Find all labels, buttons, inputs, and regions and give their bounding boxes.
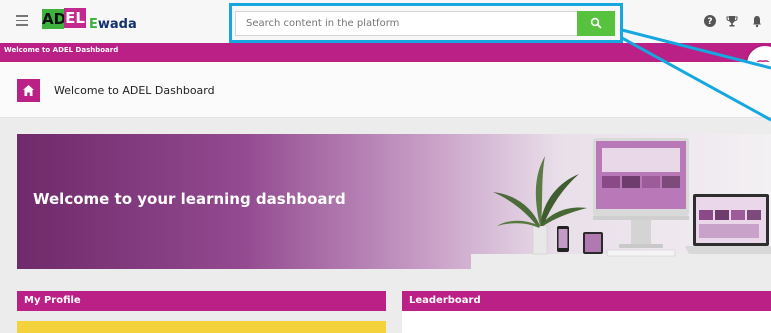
my-profile-title: My Profile bbox=[24, 295, 81, 306]
menu-icon[interactable] bbox=[16, 15, 28, 27]
logo-ad: AD bbox=[42, 9, 67, 29]
leaderboard-title: Leaderboard bbox=[409, 295, 481, 306]
help-icon[interactable]: ? bbox=[703, 14, 717, 28]
wada-logo: Ewada bbox=[89, 17, 137, 32]
welcome-strip: Welcome to ADEL Dashboard bbox=[0, 43, 771, 62]
wada-logo-prefix: E bbox=[89, 17, 98, 32]
page-title: Welcome to ADEL Dashboard bbox=[54, 84, 215, 97]
dashboard-page: AD EL Ewada ? Welcome bbox=[0, 0, 771, 333]
banner-title: Welcome to your learning dashboard bbox=[33, 190, 346, 208]
logo-el: EL bbox=[64, 8, 86, 28]
leaderboard-header: Leaderboard bbox=[402, 291, 771, 311]
my-profile-body bbox=[17, 321, 386, 333]
leaderboard-body bbox=[402, 311, 771, 333]
welcome-banner: Welcome to your learning dashboard bbox=[17, 134, 771, 269]
welcome-strip-label: Welcome to ADEL Dashboard bbox=[4, 46, 119, 54]
trophy-icon[interactable] bbox=[725, 14, 739, 28]
my-profile-header: My Profile bbox=[17, 291, 386, 311]
plant-illustration bbox=[493, 156, 587, 255]
bell-icon[interactable] bbox=[750, 14, 764, 28]
wada-logo-text: wada bbox=[97, 17, 137, 32]
svg-text:?: ? bbox=[707, 17, 712, 27]
home-button[interactable] bbox=[17, 79, 40, 102]
search-highlight-box bbox=[229, 3, 623, 43]
page-header: Welcome to ADEL Dashboard bbox=[0, 62, 771, 118]
home-icon bbox=[23, 85, 34, 96]
banner-illustration bbox=[471, 138, 771, 269]
